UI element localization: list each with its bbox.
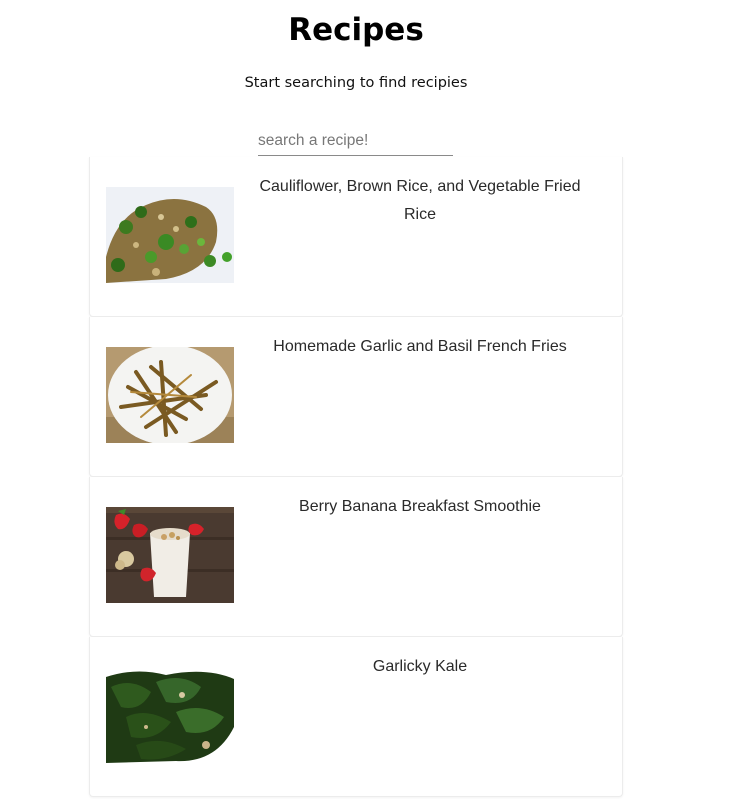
fried-rice-photo	[106, 187, 234, 283]
recipe-card[interactable]: Cauliflower, Brown Rice, and Vegetable F…	[89, 157, 623, 317]
recipe-card[interactable]: Garlicky Kale	[89, 637, 623, 797]
recipe-list: Cauliflower, Brown Rice, and Vegetable F…	[89, 157, 623, 797]
page-title: Recipes	[288, 12, 424, 48]
search-input[interactable]	[258, 127, 453, 156]
recipe-card[interactable]: Homemade Garlic and Basil French Fries	[89, 317, 623, 477]
recipe-title: Berry Banana Breakfast Smoothie	[299, 498, 541, 515]
french-fries-photo	[106, 347, 234, 443]
smoothie-photo	[106, 507, 234, 603]
recipes-page: Recipes Start searching to find recipies	[0, 0, 729, 799]
recipe-title: Homemade Garlic and Basil French Fries	[273, 338, 567, 355]
recipe-title: Cauliflower, Brown Rice, and Vegetable F…	[259, 178, 581, 223]
page-subtitle: Start searching to find recipies	[244, 75, 468, 91]
recipe-title: Garlicky Kale	[372, 658, 468, 675]
kale-photo	[106, 667, 234, 763]
recipe-card[interactable]: Berry Banana Breakfast Smoothie	[89, 477, 623, 637]
